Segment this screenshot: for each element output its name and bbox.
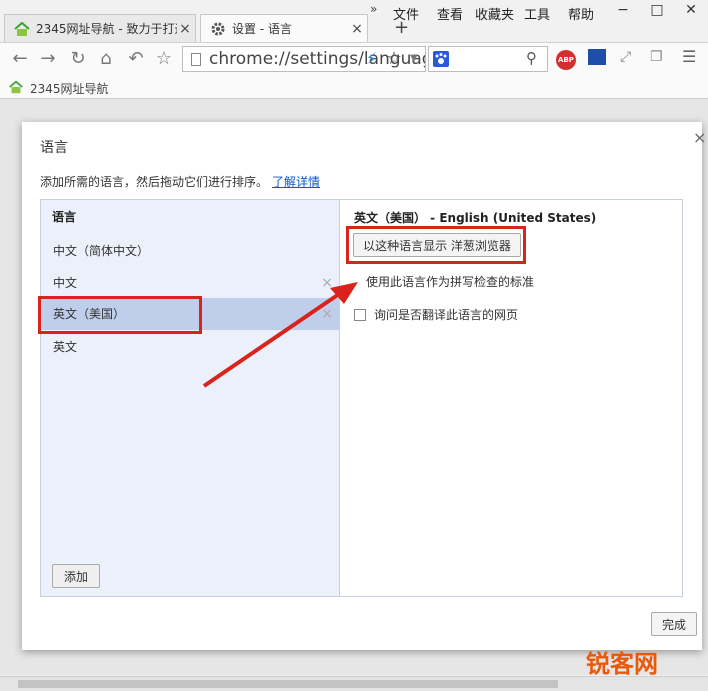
highlight-box-display-button [346, 226, 526, 264]
language-label: 中文（简体中文） [53, 244, 150, 258]
menu-favorites[interactable]: 收藏夹 [475, 4, 514, 23]
tab-settings-language[interactable]: 设置 - 语言 × [200, 14, 368, 42]
extension-icon[interactable] [588, 49, 606, 65]
tab-overflow-icon[interactable]: » [370, 2, 377, 16]
undo-icon[interactable]: ↶ [124, 48, 148, 69]
add-language-button[interactable]: 添加 [52, 564, 100, 588]
menu-tools[interactable]: 工具 [524, 4, 550, 23]
translate-label: 询问是否翻译此语言的网页 [374, 308, 519, 322]
fullscreen-icon[interactable]: ⤢ [620, 49, 631, 65]
tab-label: 2345网址导航 - 致力于打造 [36, 22, 177, 36]
language-item[interactable]: 中文 × [41, 267, 339, 299]
language-label: 英文 [53, 340, 78, 354]
translate-checkbox[interactable] [354, 308, 366, 321]
tab-2345-nav[interactable]: 2345网址导航 - 致力于打造 × [4, 14, 196, 42]
dialog-description: 添加所需的语言，然后拖动它们进行排序。 了解详情 [40, 173, 320, 190]
scrollbar-thumb[interactable] [18, 680, 558, 688]
maximize-button[interactable]: □ [646, 2, 668, 18]
dialog-title: 语言 [40, 140, 68, 156]
tab-label: 设置 - 语言 [232, 22, 292, 36]
language-item[interactable]: 英文 [41, 331, 339, 363]
remove-language-icon[interactable]: × [321, 267, 333, 299]
language-label: 中文 [53, 276, 78, 290]
home-icon[interactable]: ⌂ [94, 48, 118, 69]
search-icon[interactable]: ⚲ [526, 49, 537, 67]
tab-close-icon[interactable]: × [177, 21, 193, 37]
remove-language-icon[interactable]: × [321, 298, 333, 330]
highlight-box-selected-language [38, 296, 202, 334]
menu-file[interactable]: 文件 [393, 4, 419, 23]
bookmark-2345[interactable]: 2345网址导航 [30, 80, 109, 97]
lightning-icon[interactable]: ⚡ [366, 49, 377, 68]
language-list-header: 语言 [52, 210, 77, 224]
minimize-button[interactable]: − [612, 2, 634, 18]
back-icon[interactable]: ← [8, 48, 32, 69]
tab-close-icon[interactable]: × [349, 21, 365, 37]
window-icon[interactable]: ❐ [650, 49, 663, 65]
detail-title: 英文（美国） - English (United States) [354, 211, 597, 225]
menu-icon[interactable]: ☰ [682, 47, 696, 66]
language-item[interactable]: 中文（简体中文） [41, 235, 339, 267]
reload-icon[interactable]: ↻ [66, 48, 90, 69]
menu-help[interactable]: 帮助 [568, 4, 594, 23]
forward-icon[interactable]: → [36, 48, 60, 69]
dialog-close-icon[interactable]: × [693, 128, 706, 147]
watermark-logo: 锐客网 [586, 650, 658, 678]
gear-icon [211, 22, 225, 35]
house-favicon-icon [9, 80, 23, 94]
page-icon [191, 52, 201, 66]
translate-option[interactable]: 询问是否翻译此语言的网页 [354, 306, 518, 323]
spellcheck-label: 使用此语言作为拼写检查的标准 [366, 275, 535, 289]
house-favicon-icon [14, 21, 30, 36]
paw-search-engine-icon[interactable] [432, 50, 450, 68]
star-icon[interactable]: ☆ [152, 48, 176, 69]
bookmark-star-icon[interactable]: ☆ [386, 48, 402, 69]
menu-view[interactable]: 查看 [437, 4, 463, 23]
description-text: 添加所需的语言，然后拖动它们进行排序。 [40, 175, 269, 189]
done-button[interactable]: 完成 [651, 612, 697, 636]
adblock-icon[interactable]: ABP [556, 50, 576, 70]
close-window-button[interactable]: ✕ [680, 2, 702, 18]
learn-more-link[interactable]: 了解详情 [272, 175, 320, 189]
dropdown-icon[interactable]: ▼ [410, 53, 418, 64]
